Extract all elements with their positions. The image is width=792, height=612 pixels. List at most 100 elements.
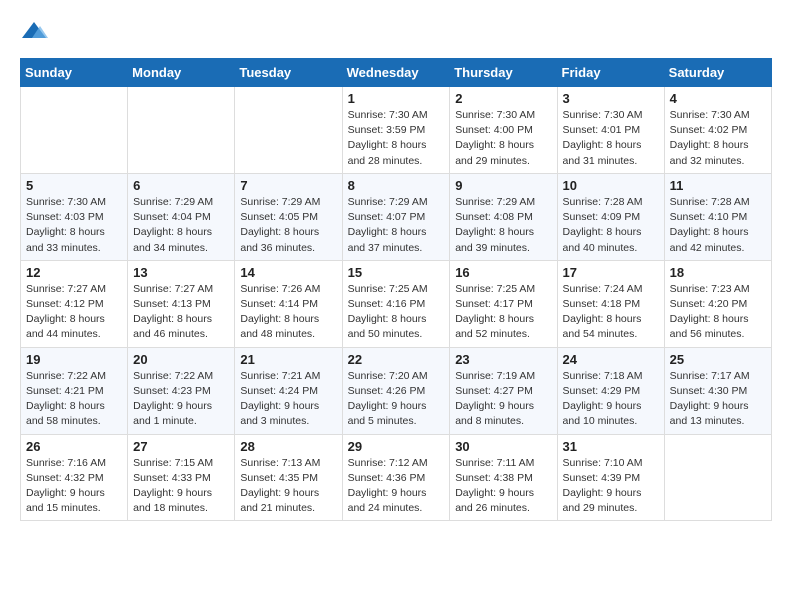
calendar-cell: 18 Sunrise: 7:23 AM Sunset: 4:20 PM Dayli…: [664, 260, 771, 347]
day-detail: Sunrise: 7:22 AM Sunset: 4:23 PM Dayligh…: [133, 369, 229, 430]
day-detail: Sunrise: 7:19 AM Sunset: 4:27 PM Dayligh…: [455, 369, 551, 430]
calendar-cell: 24 Sunrise: 7:18 AM Sunset: 4:29 PM Dayli…: [557, 347, 664, 434]
calendar-cell: 8 Sunrise: 7:29 AM Sunset: 4:07 PM Daylig…: [342, 173, 450, 260]
day-detail: Sunrise: 7:28 AM Sunset: 4:10 PM Dayligh…: [670, 195, 766, 256]
weekday-header-wednesday: Wednesday: [342, 59, 450, 87]
day-number: 17: [563, 265, 659, 280]
calendar-cell: 12 Sunrise: 7:27 AM Sunset: 4:12 PM Dayli…: [21, 260, 128, 347]
day-detail: Sunrise: 7:23 AM Sunset: 4:20 PM Dayligh…: [670, 282, 766, 343]
day-number: 13: [133, 265, 229, 280]
day-number: 27: [133, 439, 229, 454]
day-detail: Sunrise: 7:12 AM Sunset: 4:36 PM Dayligh…: [348, 456, 445, 517]
calendar-cell: 27 Sunrise: 7:15 AM Sunset: 4:33 PM Dayli…: [128, 434, 235, 521]
calendar-cell: 29 Sunrise: 7:12 AM Sunset: 4:36 PM Dayli…: [342, 434, 450, 521]
day-number: 5: [26, 178, 122, 193]
calendar-cell: 17 Sunrise: 7:24 AM Sunset: 4:18 PM Dayli…: [557, 260, 664, 347]
calendar-cell: 1 Sunrise: 7:30 AM Sunset: 3:59 PM Daylig…: [342, 87, 450, 174]
day-number: 16: [455, 265, 551, 280]
calendar-cell: 21 Sunrise: 7:21 AM Sunset: 4:24 PM Dayli…: [235, 347, 342, 434]
calendar-cell: 22Sunrise: 7:20 AM Sunset: 4:26 PM Dayli…: [342, 347, 450, 434]
calendar-cell: 30 Sunrise: 7:11 AM Sunset: 4:38 PM Dayli…: [450, 434, 557, 521]
day-number: 25: [670, 352, 766, 367]
day-number: 30: [455, 439, 551, 454]
page-header: [20, 20, 772, 42]
logo-icon: [20, 20, 48, 42]
day-detail: Sunrise: 7:18 AM Sunset: 4:29 PM Dayligh…: [563, 369, 659, 430]
day-detail: Sunrise: 7:29 AM Sunset: 4:05 PM Dayligh…: [240, 195, 336, 256]
day-detail: Sunrise: 7:13 AM Sunset: 4:35 PM Dayligh…: [240, 456, 336, 517]
day-number: 28: [240, 439, 336, 454]
day-number: 24: [563, 352, 659, 367]
day-number: 1: [348, 91, 445, 106]
day-number: 12: [26, 265, 122, 280]
day-detail: Sunrise: 7:15 AM Sunset: 4:33 PM Dayligh…: [133, 456, 229, 517]
calendar-table: SundayMondayTuesdayWednesdayThursdayFrid…: [20, 58, 772, 521]
day-detail: Sunrise: 7:29 AM Sunset: 4:08 PM Dayligh…: [455, 195, 551, 256]
day-detail: Sunrise: 7:27 AM Sunset: 4:12 PM Dayligh…: [26, 282, 122, 343]
day-detail: Sunrise: 7:29 AM Sunset: 4:04 PM Dayligh…: [133, 195, 229, 256]
calendar-cell: 14 Sunrise: 7:26 AM Sunset: 4:14 PM Dayli…: [235, 260, 342, 347]
day-number: 14: [240, 265, 336, 280]
calendar-cell: 13Sunrise: 7:27 AM Sunset: 4:13 PM Dayli…: [128, 260, 235, 347]
calendar-cell: 7 Sunrise: 7:29 AM Sunset: 4:05 PM Daylig…: [235, 173, 342, 260]
calendar-cell: 19 Sunrise: 7:22 AM Sunset: 4:21 PM Dayli…: [21, 347, 128, 434]
day-number: 19: [26, 352, 122, 367]
day-detail: Sunrise: 7:30 AM Sunset: 4:00 PM Dayligh…: [455, 108, 551, 169]
day-detail: Sunrise: 7:24 AM Sunset: 4:18 PM Dayligh…: [563, 282, 659, 343]
day-detail: Sunrise: 7:30 AM Sunset: 4:01 PM Dayligh…: [563, 108, 659, 169]
calendar-week-1: 1 Sunrise: 7:30 AM Sunset: 3:59 PM Daylig…: [21, 87, 772, 174]
calendar-cell: 2 Sunrise: 7:30 AM Sunset: 4:00 PM Daylig…: [450, 87, 557, 174]
day-number: 20: [133, 352, 229, 367]
day-number: 11: [670, 178, 766, 193]
day-number: 22: [348, 352, 445, 367]
day-number: 7: [240, 178, 336, 193]
day-number: 21: [240, 352, 336, 367]
day-number: 18: [670, 265, 766, 280]
day-detail: Sunrise: 7:26 AM Sunset: 4:14 PM Dayligh…: [240, 282, 336, 343]
calendar-cell: [664, 434, 771, 521]
day-number: 29: [348, 439, 445, 454]
weekday-header-saturday: Saturday: [664, 59, 771, 87]
calendar-cell: 11 Sunrise: 7:28 AM Sunset: 4:10 PM Dayli…: [664, 173, 771, 260]
day-detail: Sunrise: 7:16 AM Sunset: 4:32 PM Dayligh…: [26, 456, 122, 517]
weekday-header-thursday: Thursday: [450, 59, 557, 87]
day-detail: Sunrise: 7:22 AM Sunset: 4:21 PM Dayligh…: [26, 369, 122, 430]
day-detail: Sunrise: 7:30 AM Sunset: 4:02 PM Dayligh…: [670, 108, 766, 169]
calendar-cell: 26Sunrise: 7:16 AM Sunset: 4:32 PM Dayli…: [21, 434, 128, 521]
calendar-cell: 15Sunrise: 7:25 AM Sunset: 4:16 PM Dayli…: [342, 260, 450, 347]
weekday-header-friday: Friday: [557, 59, 664, 87]
calendar-week-4: 19 Sunrise: 7:22 AM Sunset: 4:21 PM Dayli…: [21, 347, 772, 434]
day-number: 8: [348, 178, 445, 193]
calendar-cell: 4 Sunrise: 7:30 AM Sunset: 4:02 PM Daylig…: [664, 87, 771, 174]
day-number: 23: [455, 352, 551, 367]
day-detail: Sunrise: 7:21 AM Sunset: 4:24 PM Dayligh…: [240, 369, 336, 430]
calendar-cell: 25 Sunrise: 7:17 AM Sunset: 4:30 PM Dayli…: [664, 347, 771, 434]
day-detail: Sunrise: 7:10 AM Sunset: 4:39 PM Dayligh…: [563, 456, 659, 517]
calendar-cell: 6 Sunrise: 7:29 AM Sunset: 4:04 PM Daylig…: [128, 173, 235, 260]
calendar-cell: [128, 87, 235, 174]
day-number: 31: [563, 439, 659, 454]
day-detail: Sunrise: 7:25 AM Sunset: 4:17 PM Dayligh…: [455, 282, 551, 343]
day-number: 4: [670, 91, 766, 106]
calendar-cell: 28 Sunrise: 7:13 AM Sunset: 4:35 PM Dayli…: [235, 434, 342, 521]
day-detail: Sunrise: 7:29 AM Sunset: 4:07 PM Dayligh…: [348, 195, 445, 256]
logo: [20, 20, 52, 42]
day-detail: Sunrise: 7:28 AM Sunset: 4:09 PM Dayligh…: [563, 195, 659, 256]
weekday-header-sunday: Sunday: [21, 59, 128, 87]
calendar-cell: 10Sunrise: 7:28 AM Sunset: 4:09 PM Dayli…: [557, 173, 664, 260]
calendar-week-5: 26Sunrise: 7:16 AM Sunset: 4:32 PM Dayli…: [21, 434, 772, 521]
day-detail: Sunrise: 7:11 AM Sunset: 4:38 PM Dayligh…: [455, 456, 551, 517]
day-detail: Sunrise: 7:25 AM Sunset: 4:16 PM Dayligh…: [348, 282, 445, 343]
calendar-cell: 3Sunrise: 7:30 AM Sunset: 4:01 PM Daylig…: [557, 87, 664, 174]
day-detail: Sunrise: 7:30 AM Sunset: 3:59 PM Dayligh…: [348, 108, 445, 169]
calendar-cell: 9Sunrise: 7:29 AM Sunset: 4:08 PM Daylig…: [450, 173, 557, 260]
calendar-week-2: 5Sunrise: 7:30 AM Sunset: 4:03 PM Daylig…: [21, 173, 772, 260]
day-detail: Sunrise: 7:17 AM Sunset: 4:30 PM Dayligh…: [670, 369, 766, 430]
calendar-cell: 5Sunrise: 7:30 AM Sunset: 4:03 PM Daylig…: [21, 173, 128, 260]
weekday-header-tuesday: Tuesday: [235, 59, 342, 87]
calendar-week-3: 12 Sunrise: 7:27 AM Sunset: 4:12 PM Dayli…: [21, 260, 772, 347]
calendar-cell: 20 Sunrise: 7:22 AM Sunset: 4:23 PM Dayli…: [128, 347, 235, 434]
day-number: 2: [455, 91, 551, 106]
day-number: 6: [133, 178, 229, 193]
calendar-cell: 16 Sunrise: 7:25 AM Sunset: 4:17 PM Dayli…: [450, 260, 557, 347]
